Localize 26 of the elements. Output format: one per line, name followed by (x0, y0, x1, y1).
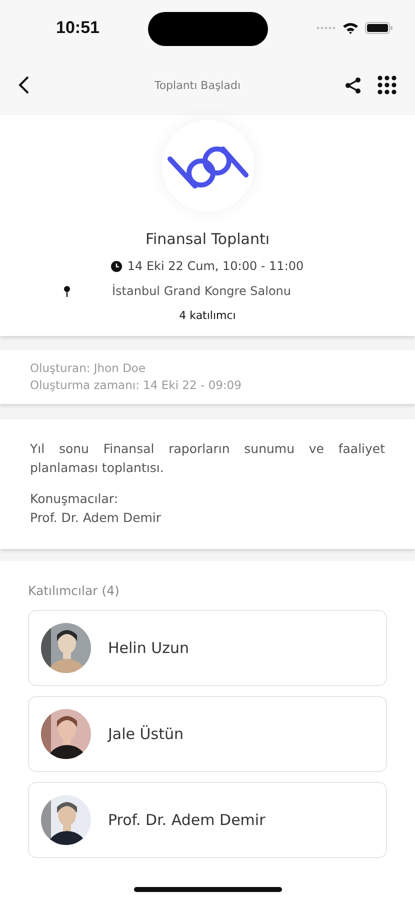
signal-icon (316, 26, 336, 30)
meeting-datetime: 14 Eki 22 Cum, 10:00 - 11:00 (127, 259, 304, 273)
created-at: Oluşturma zamanı: 14 Eki 22 - 09:09 (30, 377, 242, 394)
back-icon[interactable] (18, 75, 30, 95)
participant-name: Jale Üstün (108, 725, 184, 743)
participant-name: Prof. Dr. Adem Demir (108, 811, 266, 829)
participant-item[interactable]: Prof. Dr. Adem Demir (28, 782, 387, 858)
wifi-icon (342, 22, 359, 34)
screen-title: Toplantı Başladı (153, 78, 242, 92)
participant-name: Helin Uzun (108, 639, 189, 657)
participant-item[interactable]: Helin Uzun (28, 610, 387, 686)
meeting-location: İstanbul Grand Kongre Salonu (112, 284, 292, 298)
pin-icon (64, 286, 70, 296)
meeting-title: Finansal Toplantı (145, 230, 270, 248)
share-icon[interactable] (345, 76, 361, 94)
speaker-name: Prof. Dr. Adem Demir (30, 509, 162, 527)
participant-item[interactable]: Jale Üstün (28, 696, 387, 772)
participants-heading: Katılımcılar (4) (28, 583, 120, 598)
status-time: 10:51 (56, 18, 100, 38)
meeting-description: Yıl sonu Finansal raporların sunumu ve faaliyet planlaması toplantısı. (30, 440, 385, 477)
speakers-label: Konuşmacılar: (30, 490, 120, 508)
created-by: Oluşturan: Jhon Doe (30, 360, 147, 377)
battery-icon (365, 22, 393, 34)
grid-menu-icon[interactable] (377, 75, 397, 95)
attendee-count: 4 katılımcı (179, 309, 236, 322)
clock-icon (111, 260, 122, 272)
